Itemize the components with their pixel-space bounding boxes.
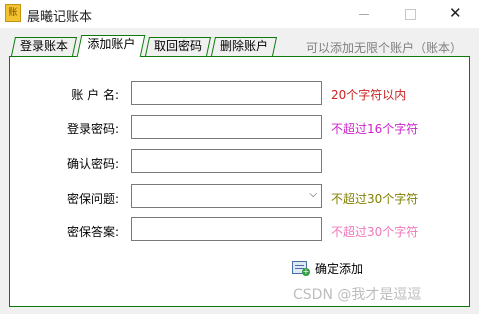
confirm-password-label: 确认密码: [66, 157, 119, 171]
confirm-password-input[interactable] [132, 150, 321, 172]
tab-hint-text: 可以添加无限个账户（账本） [306, 41, 463, 55]
security-question-input[interactable] [132, 185, 321, 207]
tab-delete-account[interactable]: 删除账户 [210, 37, 278, 56]
security-question-combo[interactable]: ⌵ [131, 184, 322, 208]
plus-icon: + [302, 267, 310, 276]
tab-retrieve-password[interactable]: 取回密码 [144, 37, 212, 56]
account-name-label: 账 户 名: [71, 88, 119, 102]
security-answer-input[interactable] [132, 218, 321, 240]
security-answer-hint: 不超过30个字符 [331, 225, 419, 239]
tab-login-ledger[interactable]: 登录账本 [10, 37, 78, 56]
window-title: 晨曦记账本 [27, 10, 93, 25]
security-question-label: 密保问题: [66, 192, 119, 206]
security-question-hint: 不超过30个字符 [331, 192, 419, 206]
account-name-hint: 20个字符以内 [331, 88, 407, 102]
watermark: CSDN @我才是逗逗 [293, 287, 422, 303]
chevron-down-icon[interactable]: ⌵ [309, 189, 317, 200]
password-input[interactable] [132, 116, 321, 138]
close-button[interactable]: ✕ [433, 0, 479, 28]
password-label: 登录密码: [66, 122, 119, 136]
account-name-field[interactable] [131, 81, 322, 105]
password-hint: 不超过16个字符 [331, 122, 419, 136]
close-icon: ✕ [449, 4, 462, 22]
security-answer-field[interactable] [131, 217, 322, 241]
minimize-icon [359, 14, 369, 15]
tab-label: 添加账户 [87, 37, 136, 51]
minimize-button[interactable] [341, 0, 387, 28]
maximize-button[interactable] [387, 0, 433, 28]
password-field[interactable] [131, 115, 322, 139]
title-bar: 账 晨曦记账本 ✕ [0, 0, 479, 28]
account-name-input[interactable] [132, 82, 321, 104]
tab-add-account[interactable]: 添加账户 [76, 35, 146, 57]
tab-label: 取回密码 [153, 39, 202, 53]
confirm-add-label: 确定添加 [315, 262, 364, 276]
tab-label: 登录账本 [19, 39, 68, 53]
app-icon: 账 [5, 4, 21, 22]
security-answer-label: 密保答案: [66, 225, 119, 239]
maximize-icon [405, 9, 416, 20]
confirm-password-field[interactable] [131, 149, 322, 173]
tab-label: 删除账户 [219, 39, 268, 53]
